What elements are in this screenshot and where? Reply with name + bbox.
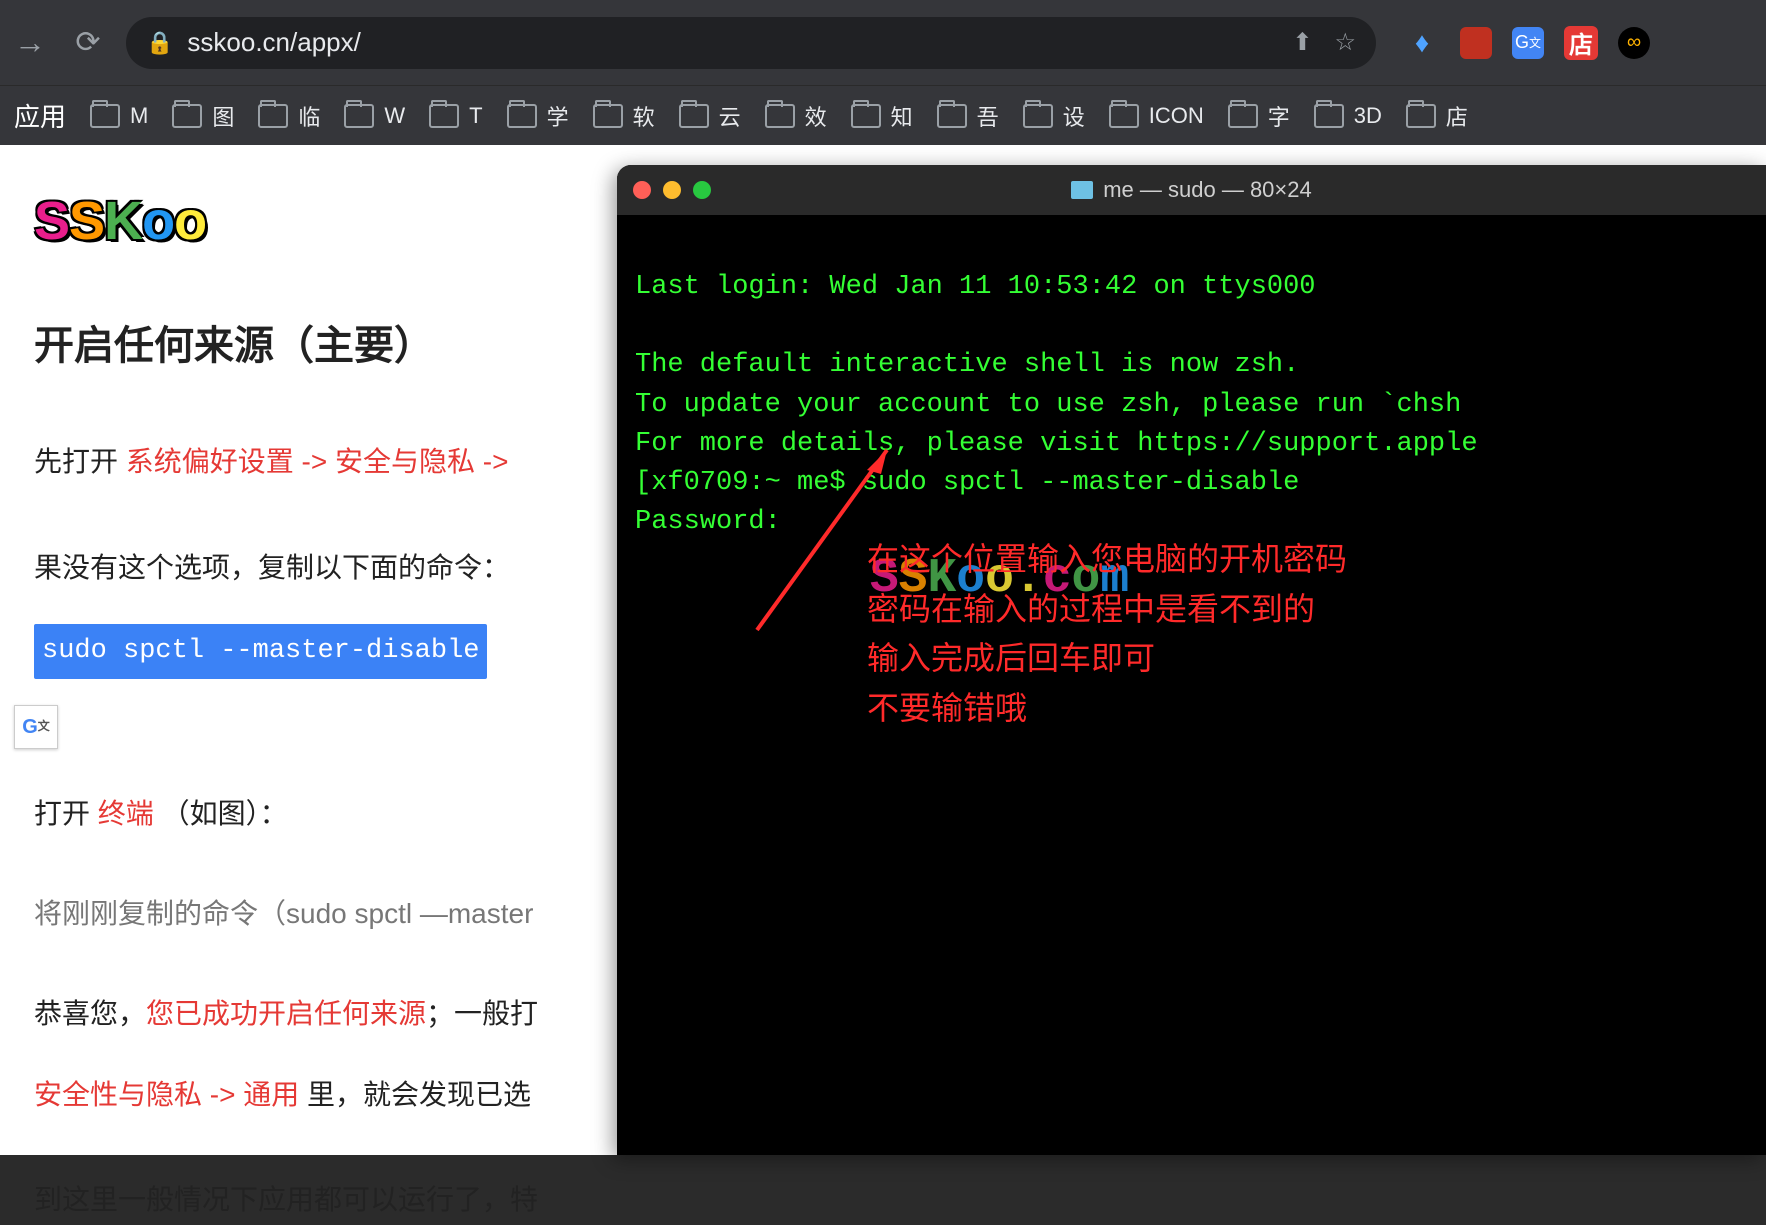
bookmark-folder[interactable]: 效 [765,100,827,132]
nav-forward-icon[interactable]: → [10,24,50,61]
bookmark-apps-label[interactable]: 应用 [14,97,66,134]
reload-icon[interactable]: ⟳ [68,25,108,60]
close-icon[interactable] [633,181,651,199]
page-line-final: 到这里一般情况下应用都可以运行了，特 [34,1175,1732,1225]
lock-icon: 🔒 [146,30,173,56]
bookmark-folder[interactable]: M [90,103,148,129]
folder-icon [507,104,537,128]
folder-icon [765,104,795,128]
bookmark-folder[interactable]: W [344,103,405,129]
bookmark-folder[interactable]: ICON [1109,103,1204,129]
bookmark-folder[interactable]: 软 [593,100,655,132]
url-text: sskoo.cn/appx/ [187,27,1278,58]
annotation-text: 在这个位置输入您电脑的开机密码 密码在输入的过程中是看不到的 输入完成后回车即可… [867,535,1347,733]
terminal-window: me — sudo — 80×24 Last login: Wed Jan 11… [617,165,1766,1155]
folder-icon [593,104,623,128]
folder-icon [1314,104,1344,128]
bookmark-folder[interactable]: 吾 [937,100,999,132]
ext-infinity-icon[interactable]: ∞ [1618,27,1650,59]
terminal-title: me — sudo — 80×24 [617,177,1766,203]
folder-icon [679,104,709,128]
ext-store-icon[interactable]: 店 [1564,26,1598,60]
folder-icon [1406,104,1436,128]
minimize-icon[interactable] [663,181,681,199]
folder-icon [344,104,374,128]
folder-icon [1071,181,1093,199]
terminal-titlebar[interactable]: me — sudo — 80×24 [617,165,1766,215]
bookmark-folder[interactable]: 学 [507,100,569,132]
extension-icons: ♦ G文 店 ∞ [1394,25,1650,61]
folder-icon [1023,104,1053,128]
folder-icon [1228,104,1258,128]
bookmark-folder[interactable]: 知 [851,100,913,132]
term-line-lastlogin: Last login: Wed Jan 11 10:53:42 on ttys0… [635,272,1316,302]
ext-translate-icon[interactable]: G文 [1512,27,1544,59]
folder-icon [851,104,881,128]
traffic-lights [633,181,711,199]
folder-icon [90,104,120,128]
ext-diamond-icon[interactable]: ♦ [1404,25,1440,61]
folder-icon [937,104,967,128]
bookmark-folder[interactable]: 店 [1406,100,1468,132]
term-line-shell3: For more details, please visit https://s… [635,429,1478,459]
bookmark-folder[interactable]: T [429,103,482,129]
bookmark-folder[interactable]: 设 [1023,100,1085,132]
term-line-shell1: The default interactive shell is now zsh… [635,350,1299,380]
highlighted-command[interactable]: sudo spctl --master-disable [34,624,487,679]
terminal-body[interactable]: Last login: Wed Jan 11 10:53:42 on ttys0… [617,215,1766,1155]
zoom-icon[interactable] [693,181,711,199]
term-line-shell2: To update your account to use zsh, pleas… [635,390,1461,420]
folder-icon [172,104,202,128]
folder-icon [1109,104,1139,128]
bookmarks-bar: 应用 M 图 临 W T 学 软 云 效 知 吾 设 ICON 字 3D 店 [0,85,1766,145]
star-icon[interactable]: ☆ [1334,28,1356,57]
browser-toolbar: → ⟳ 🔒 sskoo.cn/appx/ ⬆︎ ☆ ♦ G文 店 ∞ [0,0,1766,85]
translate-float-icon[interactable]: G文 [14,705,58,749]
folder-icon [429,104,459,128]
folder-icon [258,104,288,128]
bookmark-folder[interactable]: 3D [1314,103,1382,129]
address-bar[interactable]: 🔒 sskoo.cn/appx/ ⬆︎ ☆ [126,17,1376,69]
ext-adblock-icon[interactable] [1460,27,1492,59]
bookmark-folder[interactable]: 图 [172,100,234,132]
address-actions: ⬆︎ ☆ [1292,28,1356,57]
bookmark-folder[interactable]: 字 [1228,100,1290,132]
share-icon[interactable]: ⬆︎ [1292,28,1312,57]
red-steps-text: 系统偏好设置 -> 安全与隐私 -> [126,446,509,477]
bookmark-folder[interactable]: 云 [679,100,741,132]
bookmark-folder[interactable]: 临 [258,100,320,132]
